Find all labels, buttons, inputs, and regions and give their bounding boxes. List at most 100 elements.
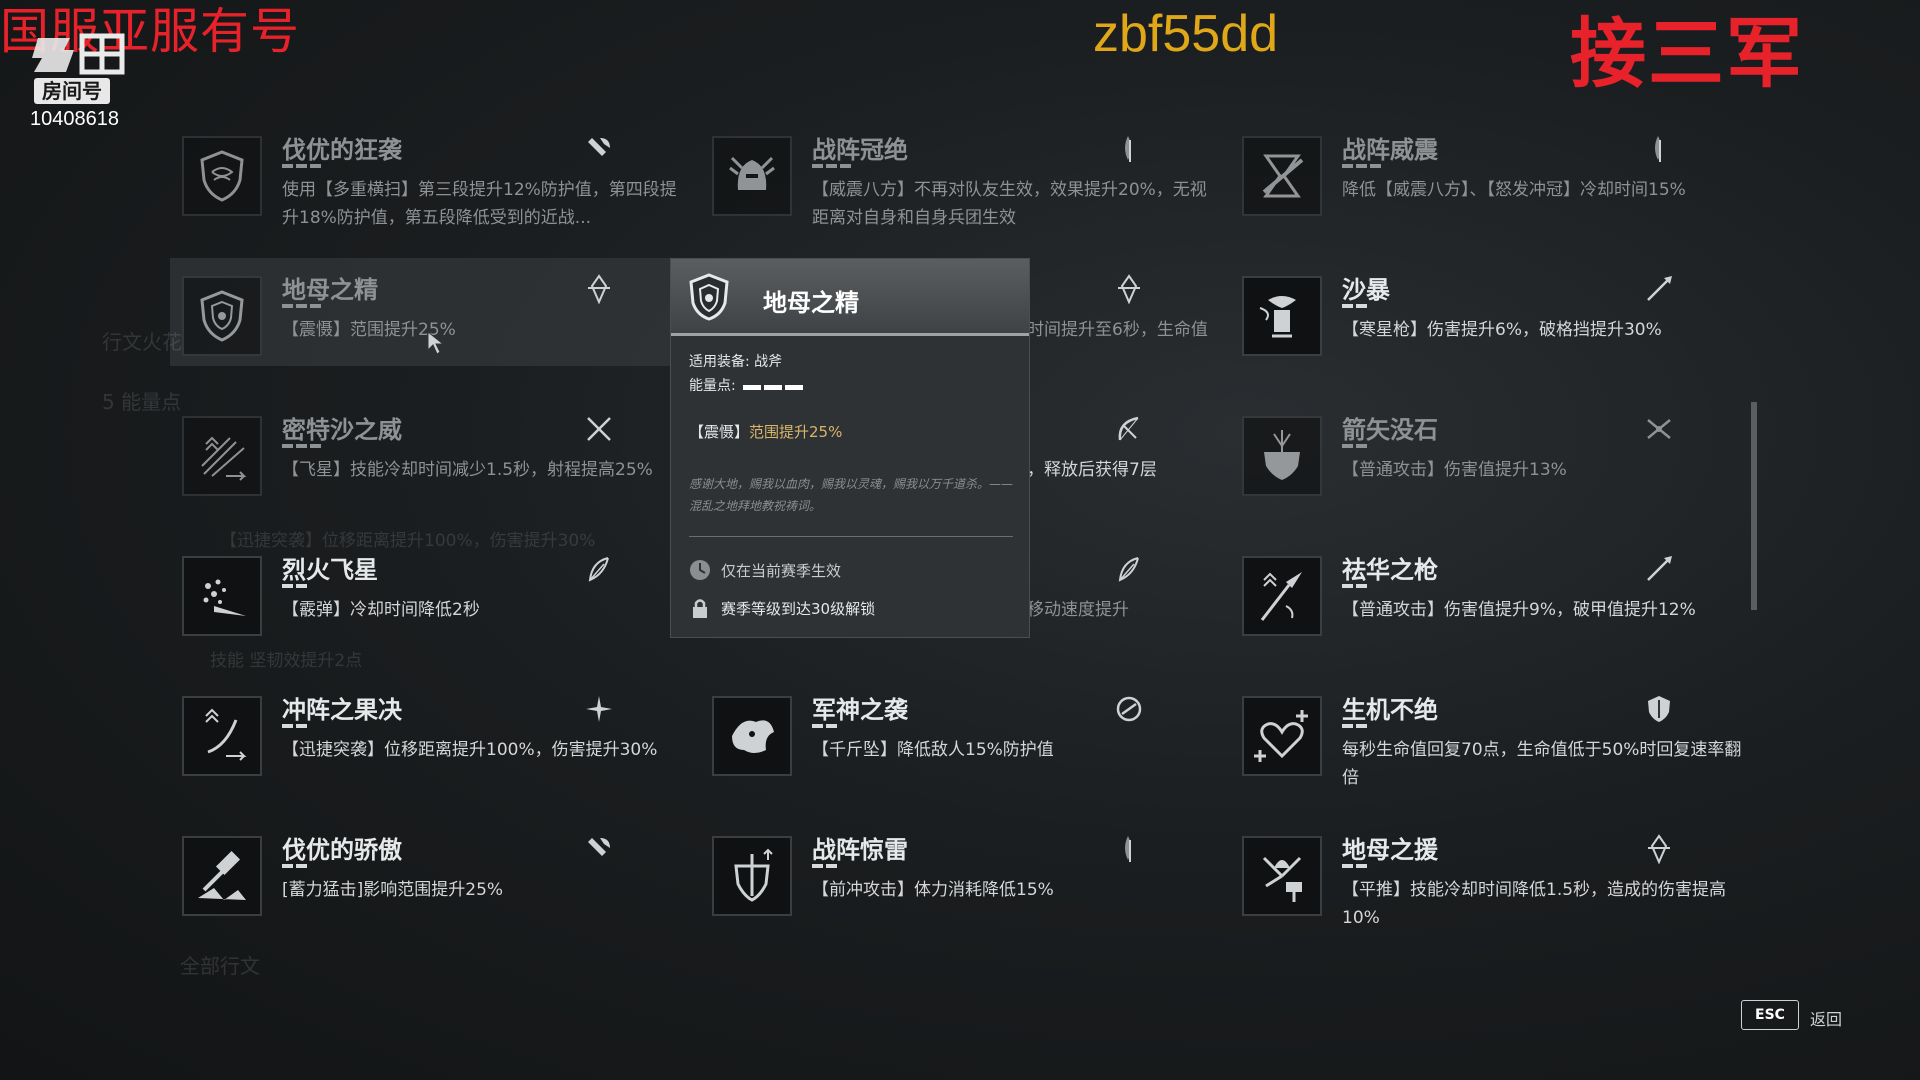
rune-description: [蓄力猛击]影响范围提升25% (282, 880, 504, 900)
hourglass-icon (1242, 136, 1322, 216)
spear-icon (1242, 556, 1322, 636)
scrollbar[interactable] (1751, 402, 1757, 610)
rune-description: 秒，释放后获得7层 (1010, 460, 1157, 480)
crossed-type-icon (1642, 412, 1676, 446)
esc-key[interactable]: ESC (1741, 1000, 1799, 1030)
back-label[interactable]: 返回 (1810, 1006, 1842, 1030)
rune-title: 箭矢没石 (1342, 416, 1438, 444)
rune-title: 地母之精 (282, 276, 378, 304)
spear-type-icon (1642, 272, 1676, 306)
shield-target-icon (182, 276, 262, 356)
rune-description: ；移动速度提升 (1010, 600, 1129, 620)
tooltip-flavor-text: 感谢大地，赐我以血肉，赐我以灵魂，赐我以万千道杀。——混乱之地拜地教祝祷词。 (689, 477, 1014, 513)
energy-pips (282, 164, 321, 168)
rune-card[interactable]: 战阵威震 降低【威震八方】、【怒发冲冠】冷却时间15% (1230, 126, 1770, 246)
cleaver-type-icon (1112, 132, 1146, 166)
rune-card[interactable]: 战阵惊雷 【前冲攻击】体力消耗降低15% (700, 826, 1240, 946)
shield-swirl-icon (182, 136, 262, 216)
cleaver-type-icon (1112, 832, 1146, 866)
rune-description: 【普通攻击】伤害值提升13% (1342, 460, 1567, 480)
energy-pips (1342, 724, 1367, 728)
swirl-type-icon (1112, 692, 1146, 726)
feather-type-icon (1112, 552, 1146, 586)
arrows-icon (182, 416, 262, 496)
rune-description: 【寒星枪】伤害提升6%，破格挡提升30% (1342, 320, 1662, 340)
rune-description: 【威震八方】不再对队友生效，效果提升20%，无视距离对自身和自身兵团生效 (812, 180, 1207, 228)
sword-shield-icon (712, 836, 792, 916)
energy-pips (1342, 444, 1367, 448)
energy-pips (282, 724, 307, 728)
energy-pips (1342, 584, 1367, 588)
tooltip-energy-label: 能量点: (689, 378, 736, 394)
tooltip-unlock-note: 赛季等级到达30级解锁 (721, 599, 876, 618)
rune-card[interactable]: 密特沙之威 【飞星】技能冷却时间减少1.5秒，射程提高25% (170, 406, 710, 526)
energy-pips (812, 724, 837, 728)
rune-card[interactable]: 伐优的狂袭 使用【多重横扫】第三段提升12%防护值，第四段提升18%防护值，第五段… (170, 126, 710, 246)
tooltip-effect-tag: 【震慑】 (689, 423, 750, 441)
rune-card[interactable]: 伐优的骄傲 [蓄力猛击]影响范围提升25% (170, 826, 710, 946)
glaive-type-icon (1112, 272, 1146, 306)
plant-hammer-icon (1242, 836, 1322, 916)
rune-title: 生机不绝 (1342, 696, 1438, 724)
hammer-icon (182, 836, 262, 916)
rune-description: 【普通攻击】伤害值提升9%，破甲值提升12% (1342, 600, 1696, 620)
heart-plus-icon (1242, 696, 1322, 776)
dash-icon (182, 696, 262, 776)
rune-description: 【震慑】范围提升25% (282, 320, 456, 340)
stream-overlay-right-text: 接三军 (1570, 9, 1804, 98)
rune-card[interactable]: 烈火飞星 【霰弹】冷却时间降低2秒 (170, 546, 710, 666)
feather-type-icon (582, 552, 616, 586)
cleaver-type-icon (1642, 132, 1676, 166)
rune-card[interactable]: 生机不绝每秒生命值回复70点，生命值低于50%时回复速率翻倍 (1230, 686, 1770, 806)
energy-pips (812, 164, 851, 168)
energy-pips (282, 864, 307, 868)
rune-card[interactable]: 地母之精【震慑】范围提升25% (170, 266, 710, 386)
rune-card[interactable]: 军神之袭【千斤坠】降低敌人15%防护值 (700, 686, 1240, 806)
rune-card[interactable]: 祛华之枪【普通攻击】伤害值提升9%，破甲值提升12% (1230, 546, 1770, 666)
clock-icon (690, 560, 710, 580)
sparks-icon (182, 556, 262, 636)
rune-description: 【平推】技能冷却时间降低1.5秒，造成的伤害提高10% (1342, 880, 1727, 928)
energy-pips (282, 304, 321, 308)
shield-target-icon (687, 273, 731, 321)
rune-title: 祛华之枪 (1342, 556, 1438, 584)
shield-type-icon (1642, 692, 1676, 726)
cross-blades-type-icon (582, 412, 616, 446)
rune-card[interactable]: 沙暴 【寒星枪】伤害提升6%，破格挡提升30% (1230, 266, 1770, 386)
rune-title: 伐优的骄傲 (282, 836, 402, 864)
rune-title: 伐优的狂袭 (282, 136, 402, 164)
energy-pips (1342, 304, 1367, 308)
tooltip-season-row: 仅在当前赛季生效 (689, 559, 841, 581)
mouse-cursor-icon (427, 330, 445, 355)
lock-icon (693, 599, 707, 618)
arrow-shield-icon (1242, 416, 1322, 496)
rune-card[interactable]: 箭矢没石【普通攻击】伤害值提升13% (1230, 406, 1770, 526)
rune-tooltip: 地母之精 适用装备: 战斧 能量点: 【震慑】范围提升25% 感谢大地，赐我以血… (670, 258, 1030, 638)
rune-description: 续时间提升至6秒，生命值 (1010, 320, 1208, 340)
glaive-type-icon (1642, 832, 1676, 866)
rune-title: 军神之袭 (812, 696, 908, 724)
tooltip-title: 地母之精 (763, 289, 859, 317)
tooltip-divider (689, 536, 1013, 537)
room-number: 10408618 (30, 108, 119, 130)
rune-description: 【迅捷突袭】位移距离提升100%，伤害提升30% (282, 740, 658, 760)
rune-title: 冲阵之果决 (282, 696, 402, 724)
rune-description: 【千斤坠】降低敌人15%防护值 (812, 740, 1054, 760)
spear-type-icon (1642, 552, 1676, 586)
sandstorm-icon (1242, 276, 1322, 356)
rune-card[interactable]: 战阵冠绝 【威震八方】不再对队友生效，效果提升20%，无视距离对自身和自身兵团生效 (700, 126, 1240, 246)
douyu-logo-mark-icon (30, 30, 130, 78)
star-type-icon (582, 692, 616, 726)
axe-type-icon (582, 132, 616, 166)
douyu-logo: 房间号 10408618 (30, 30, 136, 131)
tooltip-header: 地母之精 (671, 259, 1029, 336)
rune-description: 每秒生命值回复70点，生命值低于50%时回复速率翻倍 (1342, 740, 1742, 788)
beast-icon (712, 696, 792, 776)
energy-pips (282, 584, 307, 588)
rune-description: 【前冲攻击】体力消耗降低15% (812, 880, 1054, 900)
rune-card[interactable]: 地母之援 【平推】技能冷却时间降低1.5秒，造成的伤害提高10% (1230, 826, 1770, 946)
rune-card[interactable]: 冲阵之果决【迅捷突袭】位移距离提升100%，伤害提升30% (170, 686, 710, 806)
rune-description: 降低【威震八方】、【怒发冲冠】冷却时间15% (1342, 180, 1686, 200)
stream-overlay-center-text: zbf55dd (1093, 5, 1279, 63)
rune-title: 密特沙之威 (282, 416, 402, 444)
